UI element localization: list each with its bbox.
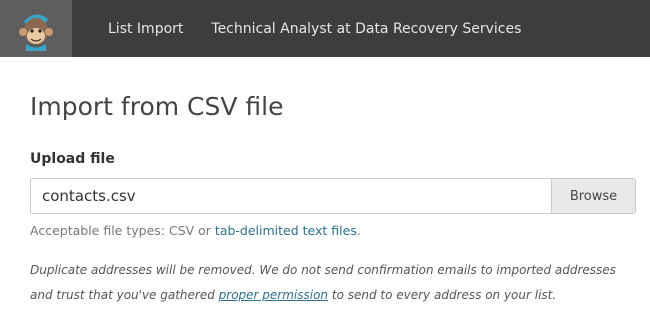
tab-delimited-link[interactable]: tab-delimited text files xyxy=(215,223,357,238)
nav-account-name[interactable]: Technical Analyst at Data Recovery Servi… xyxy=(211,21,521,37)
file-upload-control: contacts.csv Browse xyxy=(30,178,636,214)
upload-file-label: Upload file xyxy=(30,151,115,167)
page-title: Import from CSV file xyxy=(30,92,284,121)
top-nav-bar: List Import Technical Analyst at Data Re… xyxy=(0,0,650,57)
help-suffix: . xyxy=(356,223,361,238)
browse-button[interactable]: Browse xyxy=(551,179,635,213)
nav-list-import[interactable]: List Import xyxy=(108,21,183,37)
file-path-field[interactable]: contacts.csv xyxy=(31,179,551,213)
note-text-2: to send to every address on your list. xyxy=(328,288,557,302)
import-note: Duplicate addresses will be removed. We … xyxy=(30,258,630,308)
help-prefix: Acceptable file types: CSV or xyxy=(30,223,215,238)
main-content: Import from CSV file Upload file contact… xyxy=(0,91,650,308)
file-types-help: Acceptable file types: CSV or tab-delimi… xyxy=(30,223,620,238)
logo-button[interactable] xyxy=(0,0,72,57)
mailchimp-logo-icon xyxy=(19,13,53,51)
proper-permission-link[interactable]: proper permission xyxy=(219,288,328,302)
